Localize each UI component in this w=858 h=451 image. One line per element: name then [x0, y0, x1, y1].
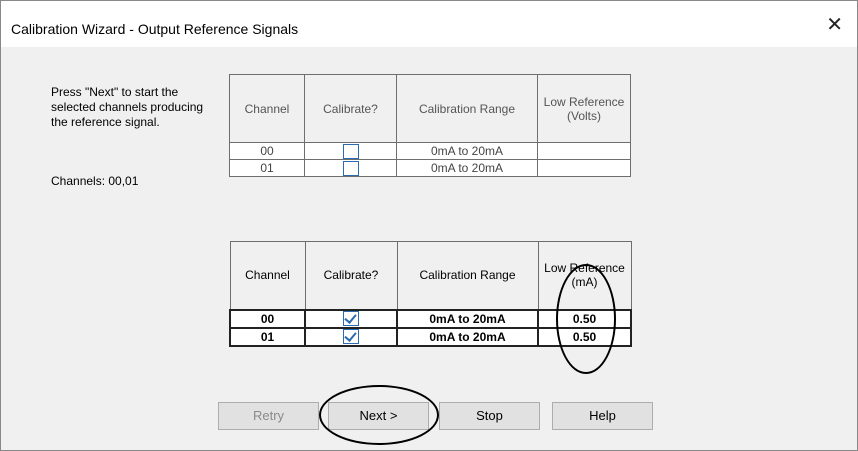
window-title: Calibration Wizard - Output Reference Si…	[11, 21, 299, 37]
column-header-calibrate: Calibrate?	[304, 241, 398, 310]
next-button[interactable]: Next >	[328, 402, 429, 430]
channels-label: Channels: 00,01	[51, 174, 139, 188]
reference-table-volts: Channel Calibrate? Calibration Range Low…	[229, 74, 631, 177]
column-header-channel: Channel	[229, 74, 305, 143]
column-header-range: Calibration Range	[396, 74, 538, 143]
table-row: 01 0mA to 20mA 0.50	[229, 326, 632, 347]
column-header-channel: Channel	[229, 241, 306, 310]
table-row: 01 0mA to 20mA	[229, 159, 631, 177]
calibrate-checkbox[interactable]	[342, 143, 359, 159]
column-header-low-reference: Low Reference (Volts)	[537, 74, 631, 143]
channel-cell: 01	[229, 326, 306, 347]
calibrate-cell[interactable]	[304, 326, 398, 347]
column-header-range: Calibration Range	[396, 241, 539, 310]
column-header-low-reference: Low Reference (mA)	[537, 241, 632, 310]
low-reference-cell[interactable]: 0.50	[537, 308, 632, 329]
calibrate-checkbox[interactable]	[343, 311, 359, 327]
range-cell[interactable]: 0mA to 20mA	[396, 308, 539, 329]
calibrate-cell[interactable]	[304, 308, 398, 329]
channel-cell: 00	[229, 308, 306, 329]
instructions-text: Press "Next" to start the selected chann…	[51, 85, 204, 129]
calibrate-cell[interactable]	[304, 159, 397, 177]
reference-table-ma: Channel Calibrate? Calibration Range Low…	[229, 241, 632, 347]
title-bar: Calibration Wizard - Output Reference Si…	[1, 1, 857, 47]
column-header-calibrate: Calibrate?	[304, 74, 397, 143]
range-cell[interactable]: 0mA to 20mA	[396, 142, 538, 160]
retry-button[interactable]: Retry	[218, 402, 319, 430]
help-button[interactable]: Help	[552, 402, 653, 430]
low-reference-cell[interactable]: 0.50	[537, 326, 632, 347]
table-row: 00 0mA to 20mA 0.50	[229, 308, 632, 329]
calibrate-checkbox[interactable]	[343, 329, 359, 345]
calibrate-checkbox[interactable]	[342, 160, 359, 176]
range-cell[interactable]: 0mA to 20mA	[396, 159, 538, 177]
calibration-dialog: Calibration Wizard - Output Reference Si…	[0, 0, 858, 451]
stop-button[interactable]: Stop	[439, 402, 540, 430]
table-row: 00 0mA to 20mA	[229, 142, 631, 160]
close-icon[interactable]: ✕	[826, 15, 843, 35]
range-cell[interactable]: 0mA to 20mA	[396, 326, 539, 347]
low-reference-cell[interactable]	[537, 159, 631, 177]
channel-cell: 01	[229, 159, 305, 177]
low-reference-cell[interactable]	[537, 142, 631, 160]
channel-cell: 00	[229, 142, 305, 160]
calibrate-cell[interactable]	[304, 142, 397, 160]
